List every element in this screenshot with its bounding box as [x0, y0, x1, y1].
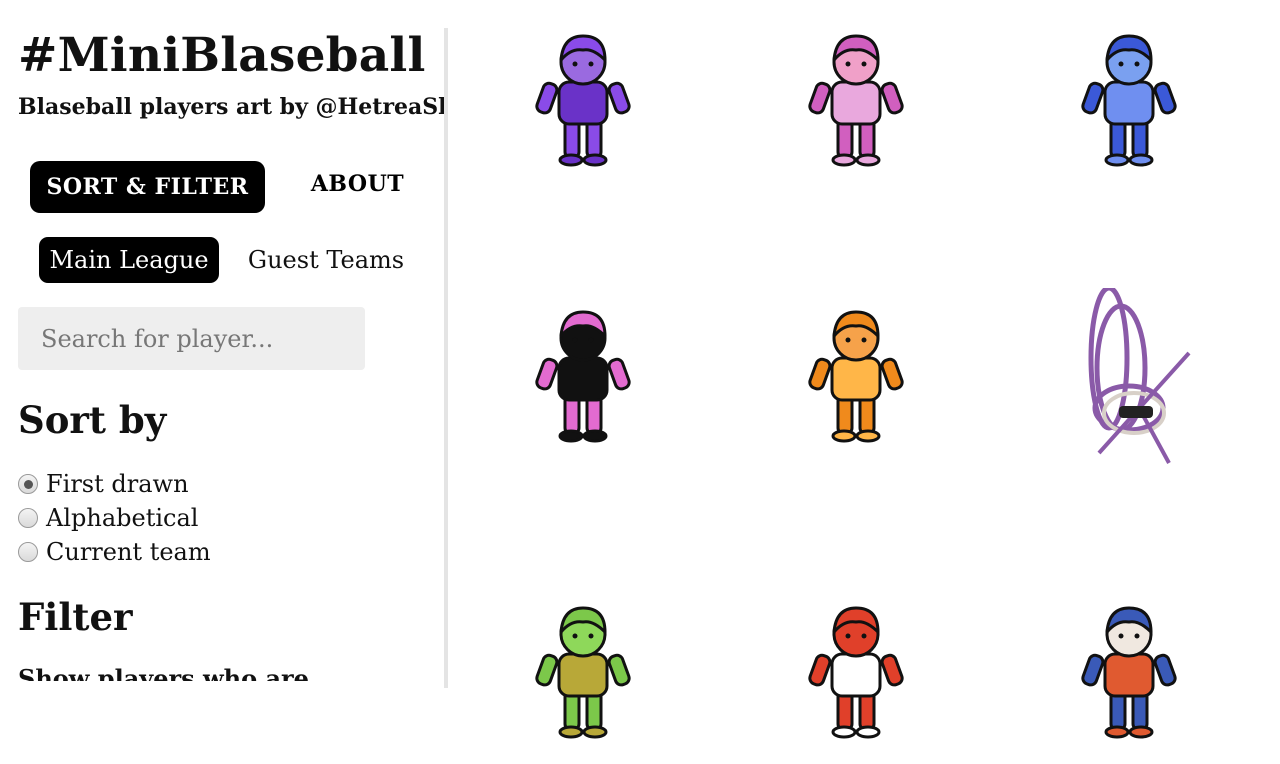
player-art-purple-pitcher — [535, 34, 631, 167]
site-subtitle: Blaseball players art by @HetreaSky — [18, 94, 444, 120]
radio-button[interactable] — [18, 474, 38, 494]
player-art-pink-glasses — [808, 34, 904, 167]
player-art-green-curly — [535, 606, 631, 739]
player-art-blue-tiger — [1081, 606, 1177, 739]
search-input[interactable] — [18, 307, 365, 370]
tab-sort-filter[interactable]: SORT & FILTER — [30, 161, 265, 213]
tab-about[interactable]: ABOUT — [300, 162, 415, 206]
player-art-tangled-loops — [1088, 288, 1191, 464]
filter-subheading: Show players who are — [18, 664, 309, 681]
sort-option-first-drawn[interactable]: First drawn — [18, 469, 189, 499]
player-card[interactable] — [493, 584, 673, 764]
radio-label: First drawn — [46, 470, 189, 498]
sidebar-divider — [444, 28, 448, 688]
player-card[interactable] — [1039, 288, 1219, 468]
player-card[interactable] — [766, 288, 946, 468]
sidebar: #MiniBlaseball Blaseball players art by … — [0, 0, 444, 681]
player-art-orange-helmet — [808, 310, 904, 443]
sort-heading: Sort by — [18, 398, 167, 442]
guest-teams-button[interactable]: Guest Teams — [246, 237, 406, 283]
filter-heading: Filter — [18, 595, 133, 639]
player-art-blue-bucket-hat — [1081, 34, 1177, 167]
player-card[interactable] — [493, 288, 673, 468]
site-title: #MiniBlaseball — [18, 28, 426, 83]
player-card[interactable] — [1039, 584, 1219, 764]
radio-label: Current team — [46, 538, 211, 566]
main-league-button[interactable]: Main League — [39, 237, 219, 283]
radio-button[interactable] — [18, 508, 38, 528]
player-art-red-chicken — [808, 606, 904, 739]
player-card[interactable] — [766, 12, 946, 192]
radio-button[interactable] — [18, 542, 38, 562]
radio-label: Alphabetical — [46, 504, 199, 532]
player-art-shadow-pink — [535, 310, 631, 443]
player-card[interactable] — [1039, 12, 1219, 192]
player-card[interactable] — [493, 12, 673, 192]
player-card[interactable] — [766, 584, 946, 764]
sort-option-alphabetical[interactable]: Alphabetical — [18, 503, 198, 533]
sort-option-current-team[interactable]: Current team — [18, 537, 211, 567]
